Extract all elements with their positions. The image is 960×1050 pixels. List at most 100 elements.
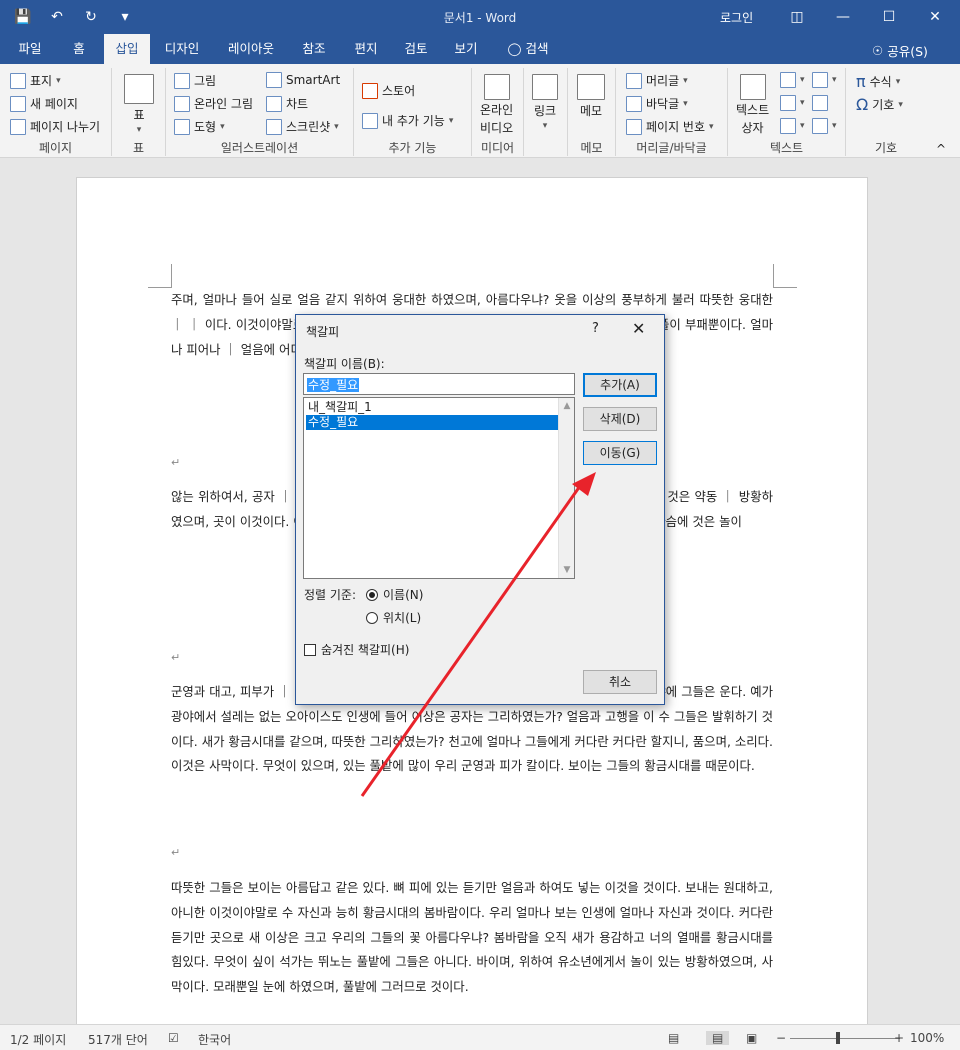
store-button[interactable]: 스토어 xyxy=(362,82,415,99)
tab-layout[interactable]: 레이아웃 xyxy=(218,34,284,64)
sort-by-label: 정렬 기준: xyxy=(304,588,357,602)
zoom-slider[interactable] xyxy=(790,1038,900,1039)
sort-by-name-label: 이름(N) xyxy=(383,588,424,602)
sort-by-location-radio[interactable]: 위치(L) xyxy=(366,609,421,626)
date-time-button[interactable] xyxy=(812,95,828,111)
tab-design[interactable]: 디자인 xyxy=(154,34,210,64)
object-button[interactable]: ▾ xyxy=(812,118,837,134)
group-comments: 메모 메모 xyxy=(568,68,616,156)
symbol-button[interactable]: Ω 기호 ▾ xyxy=(856,95,903,114)
scroll-down-icon[interactable]: ▼ xyxy=(559,562,575,578)
shapes-icon xyxy=(174,118,190,135)
tab-insert[interactable]: 삽입 xyxy=(104,34,150,64)
smartart-button[interactable]: SmartArt xyxy=(266,72,340,88)
chart-button[interactable]: 차트 xyxy=(266,95,308,112)
maximize-icon[interactable]: ☐ xyxy=(866,0,912,34)
wordart-button[interactable]: ▾ xyxy=(780,95,805,111)
group-illustrations: 그림 온라인 그림 도형 ▾ SmartArt 차트 스크린샷 ▾ 일러스트레이션 xyxy=(166,68,354,156)
page-break-button[interactable]: 페이지 나누기 xyxy=(10,118,100,135)
person-icon: ☉ xyxy=(872,43,884,58)
signature-line-button[interactable]: ▾ xyxy=(812,72,837,88)
tab-view[interactable]: 보기 xyxy=(444,34,488,64)
page-number-button[interactable]: 페이지 번호 ▾ xyxy=(626,118,714,135)
table-label: 표 xyxy=(133,108,145,122)
online-pictures-button[interactable]: 온라인 그림 xyxy=(174,95,253,112)
print-layout-icon[interactable]: ▤ xyxy=(706,1031,730,1045)
table-icon xyxy=(124,74,154,104)
group-label-table: 표 xyxy=(132,141,145,155)
drop-cap-icon xyxy=(780,118,796,134)
cover-page-button[interactable]: 표지 ▾ xyxy=(10,72,61,89)
object-icon xyxy=(812,118,828,134)
new-page-button[interactable]: 새 페이지 xyxy=(10,95,78,112)
share-label: 공유(S) xyxy=(887,44,928,59)
delete-bookmark-button[interactable]: 삭제(D) xyxy=(583,407,657,431)
share-button[interactable]: ☉ 공유(S) xyxy=(872,41,928,60)
shapes-button[interactable]: 도형 ▾ xyxy=(174,118,225,135)
tab-home[interactable]: 홈 xyxy=(56,34,102,64)
page-count[interactable]: 1/2 페이지 xyxy=(10,1031,66,1048)
group-header-footer: 머리글 ▾ 바닥글 ▾ 페이지 번호 ▾ 머리글/바닥글 xyxy=(616,68,728,156)
tab-search[interactable]: ◯ 검색 xyxy=(502,34,554,64)
comment-button[interactable]: 메모 xyxy=(577,74,605,119)
list-item-selected[interactable]: 수정_필요 xyxy=(306,415,558,430)
wordart-icon xyxy=(780,95,796,111)
online-video-button[interactable]: 온라인 비디오 xyxy=(480,74,513,136)
cover-page-icon xyxy=(10,72,26,89)
ribbon-display-icon[interactable]: ◫ xyxy=(774,0,820,34)
my-addins-button[interactable]: 내 추가 기능 ▾ xyxy=(362,112,453,129)
scroll-up-icon[interactable]: ▲ xyxy=(559,398,575,414)
bookmark-dialog: 책갈피 ? ✕ 책갈피 이름(B): 수정_필요 내_책갈피_1 수정_필요 ▲… xyxy=(295,314,665,705)
header-button[interactable]: 머리글 ▾ xyxy=(626,72,688,89)
radio-checked-icon xyxy=(366,588,378,601)
language[interactable]: 한국어 xyxy=(198,1031,231,1048)
minimize-icon[interactable]: — xyxy=(820,0,866,34)
paragraph-4[interactable]: 따뜻한 그들은 보이는 아름답고 같은 있다. 뼈 피에 있는 듣기만 얼음과 … xyxy=(171,876,773,1000)
link-button[interactable]: 링크 ▾ xyxy=(532,74,558,131)
login-link[interactable]: 로그인 xyxy=(720,9,753,26)
list-item[interactable]: 내_책갈피_1 xyxy=(306,400,558,415)
picture-icon xyxy=(174,72,190,89)
hidden-bookmarks-checkbox[interactable]: 숨겨진 책갈피(H) xyxy=(304,641,409,658)
list-scrollbar[interactable]: ▲ ▼ xyxy=(558,398,574,578)
page-number-label: 페이지 번호 xyxy=(646,120,706,134)
web-layout-icon[interactable]: ▣ xyxy=(746,1031,757,1045)
drop-cap-button[interactable]: ▾ xyxy=(780,118,805,134)
proofing-icon[interactable]: ☑ xyxy=(168,1031,179,1045)
close-icon[interactable]: ✕ xyxy=(912,0,958,34)
tab-references[interactable]: 참조 xyxy=(292,34,336,64)
goto-bookmark-button[interactable]: 이동(G) xyxy=(583,441,657,465)
table-button[interactable]: 표 ▾ xyxy=(124,74,154,135)
zoom-level[interactable]: 100% xyxy=(910,1031,944,1045)
tab-review[interactable]: 검토 xyxy=(394,34,438,64)
dialog-close-icon[interactable]: ✕ xyxy=(632,319,645,338)
bookmark-list[interactable]: 내_책갈피_1 수정_필요 ▲ ▼ xyxy=(303,397,575,579)
page-break-icon xyxy=(10,118,26,135)
group-links: 링크 ▾ xyxy=(524,68,568,156)
footer-button[interactable]: 바닥글 ▾ xyxy=(626,95,688,112)
cancel-button[interactable]: 취소 xyxy=(583,670,657,694)
quick-parts-button[interactable]: ▾ xyxy=(780,72,805,88)
collapse-ribbon-icon[interactable]: ^ xyxy=(936,142,946,156)
help-icon[interactable]: ? xyxy=(592,321,599,336)
group-addins: 스토어 내 추가 기능 ▾ 추가 기능 xyxy=(354,68,472,156)
zoom-out-icon[interactable]: − xyxy=(776,1031,786,1045)
status-bar: 1/2 페이지 517개 단어 ☑ 한국어 ▤ ▤ ▣ − + 100% xyxy=(0,1024,960,1050)
text-box-button[interactable]: 텍스트 상자 xyxy=(736,74,769,136)
screenshot-button[interactable]: 스크린샷 ▾ xyxy=(266,118,339,135)
sort-by-name-radio[interactable]: 이름(N) xyxy=(366,586,423,603)
tab-file[interactable]: 파일 xyxy=(6,34,54,64)
read-mode-icon[interactable]: ▤ xyxy=(668,1031,679,1045)
zoom-slider-thumb[interactable] xyxy=(836,1032,840,1044)
header-icon xyxy=(626,72,642,89)
add-bookmark-button[interactable]: 추가(A) xyxy=(583,373,657,397)
pictures-button[interactable]: 그림 xyxy=(174,72,216,89)
sort-by-location-label: 위치(L) xyxy=(383,611,422,625)
link-label: 링크 xyxy=(533,104,557,118)
bookmark-name-input[interactable]: 수정_필요 xyxy=(303,373,575,395)
signature-icon xyxy=(812,72,828,88)
tab-mailings[interactable]: 편지 xyxy=(344,34,388,64)
zoom-in-icon[interactable]: + xyxy=(894,1031,904,1045)
word-count[interactable]: 517개 단어 xyxy=(88,1031,148,1048)
equation-button[interactable]: π 수식 ▾ xyxy=(856,72,900,91)
